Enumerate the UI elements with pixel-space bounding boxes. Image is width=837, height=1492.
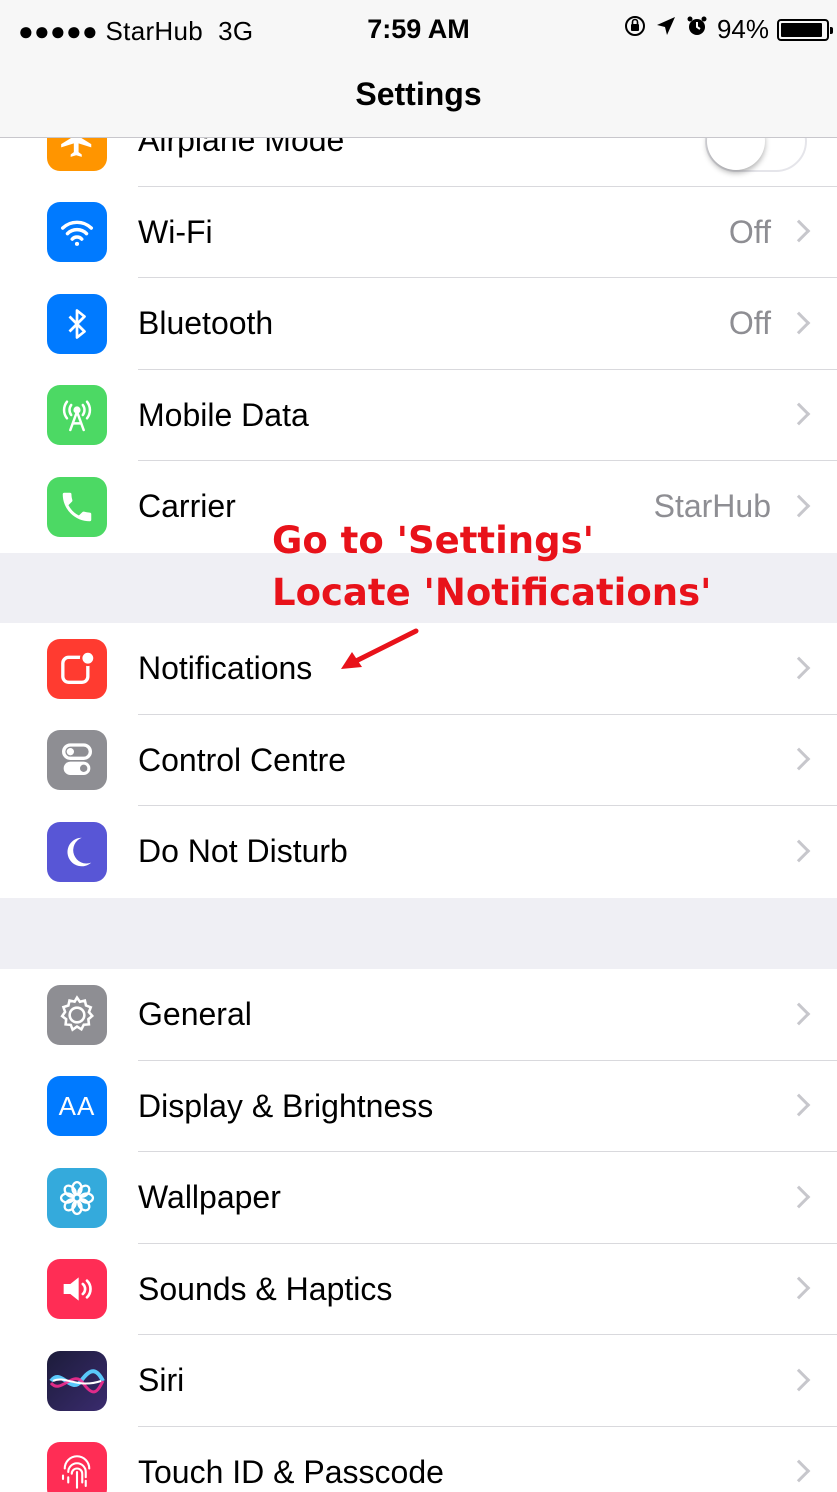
speaker-icon <box>47 1259 107 1320</box>
chevron-right-icon <box>787 656 811 680</box>
row-label: Mobile Data <box>138 396 309 433</box>
chevron-right-icon <box>787 219 811 243</box>
row-label: Do Not Disturb <box>138 833 348 870</box>
annotation-arrow-icon <box>341 628 419 669</box>
chevron-right-icon <box>787 494 811 518</box>
chevron-right-icon <box>787 747 811 771</box>
row-label: General <box>138 996 252 1033</box>
settings-row-mobile-data[interactable]: Mobile Data <box>0 370 837 461</box>
settings-row-bluetooth[interactable]: Bluetooth Off <box>0 278 837 370</box>
settings-row-control-centre[interactable]: Control Centre <box>0 715 837 806</box>
settings-row-general[interactable]: General <box>0 969 837 1061</box>
settings-row-sounds-haptics[interactable]: Sounds & Haptics <box>0 1244 837 1335</box>
wifi-status: Off <box>728 213 771 250</box>
status-indicators: 94% <box>623 14 833 45</box>
row-label: Wi-Fi <box>138 213 213 250</box>
switches-icon <box>47 730 107 791</box>
phone-icon <box>47 476 107 537</box>
settings-row-wallpaper[interactable]: Wallpaper <box>0 1152 837 1244</box>
settings-row-wifi[interactable]: Wi-Fi Off <box>0 187 837 278</box>
battery-percent: 94% <box>716 14 769 44</box>
connectivity-group: Airplane Mode Wi-Fi Off Bluetooth Off Mo… <box>0 95 837 553</box>
row-label: Wallpaper <box>138 1179 281 1216</box>
notifications-icon <box>47 638 107 699</box>
navigation-bar: Settings <box>0 60 837 138</box>
general-group: General AA Display & Brightness Wallpape… <box>0 969 837 1492</box>
page-title: Settings <box>355 76 482 112</box>
tutorial-annotation: Go to 'Settings' Locate 'Notifications' <box>272 515 711 619</box>
wifi-icon <box>47 202 107 263</box>
annotation-line-2: Locate 'Notifications' <box>272 571 712 614</box>
row-label: Control Centre <box>138 741 347 778</box>
antenna-icon <box>47 385 107 446</box>
settings-row-do-not-disturb[interactable]: Do Not Disturb <box>0 806 837 898</box>
battery-icon <box>777 18 833 41</box>
row-label: Notifications <box>138 650 313 687</box>
chevron-right-icon <box>787 1368 811 1392</box>
status-bar: ●●●●● StarHub 3G 7:59 AM 94% <box>0 0 837 60</box>
text-size-glyph: AA <box>58 1090 96 1121</box>
row-label: Bluetooth <box>138 305 274 342</box>
location-icon <box>655 15 677 44</box>
row-label: Siri <box>138 1362 185 1399</box>
bluetooth-status: Off <box>728 305 771 342</box>
siri-icon <box>47 1350 107 1411</box>
flower-icon <box>47 1167 107 1228</box>
rotation-lock-icon <box>623 14 647 45</box>
chevron-right-icon <box>787 1185 811 1209</box>
annotation-line-1: Go to 'Settings' <box>272 519 594 562</box>
bluetooth-icon <box>47 293 107 354</box>
gear-icon <box>47 984 107 1045</box>
settings-row-display-brightness[interactable]: AA Display & Brightness <box>0 1061 837 1152</box>
chevron-right-icon <box>787 1276 811 1300</box>
chevron-right-icon <box>787 839 811 863</box>
chevron-right-icon <box>787 311 811 335</box>
moon-icon <box>47 821 107 882</box>
row-label: Touch ID & Passcode <box>138 1453 444 1490</box>
chevron-right-icon <box>787 402 811 426</box>
settings-row-siri[interactable]: Siri <box>0 1335 837 1427</box>
fingerprint-icon <box>47 1442 107 1492</box>
chevron-right-icon <box>787 1002 811 1026</box>
settings-row-touch-id[interactable]: Touch ID & Passcode <box>0 1427 837 1492</box>
text-size-icon: AA <box>47 1076 107 1137</box>
row-label: Sounds & Haptics <box>138 1270 393 1307</box>
alarm-icon <box>685 14 709 45</box>
battery-fill <box>781 22 823 37</box>
row-label: Display & Brightness <box>138 1087 434 1124</box>
chevron-right-icon <box>787 1093 811 1117</box>
row-label: Carrier <box>138 488 236 525</box>
chevron-right-icon <box>787 1459 811 1483</box>
